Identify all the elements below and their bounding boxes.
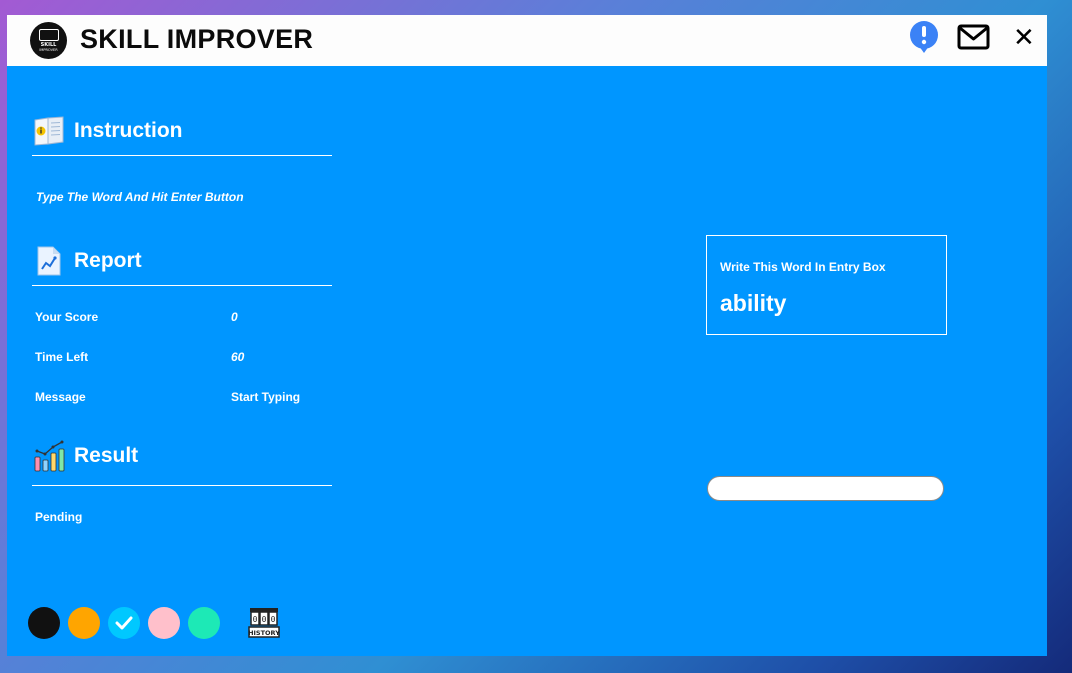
message-value: Start Typing [231,390,301,404]
instruction-title: Instruction [74,119,183,142]
app-window: SKILL IMPROVER SKILL IMPROVER ✕ Instruct… [7,15,1047,656]
svg-text:0: 0 [262,615,267,624]
target-word: ability [720,290,787,316]
exclamation-bubble-icon [910,21,938,53]
app-title: SKILL IMPROVER [80,24,314,54]
theme-swatch-pink[interactable] [148,607,180,639]
message-label: Message [35,390,86,404]
theme-swatch-black[interactable] [28,607,60,639]
score-value: 0 [231,310,238,324]
report-divider [32,285,332,286]
history-counter-icon: 0 0 0 HISTORY [248,608,280,638]
report-header: Report [32,244,142,278]
result-title: Result [74,444,139,467]
theme-swatch-orange[interactable] [68,607,100,639]
time-left-label: Time Left [35,350,89,364]
target-word-box: Write This Word In Entry Box ability [706,235,947,335]
theme-swatch-teal[interactable] [188,607,220,639]
envelope-icon [957,24,990,50]
result-divider [32,485,332,486]
result-status: Pending [35,510,83,524]
checkmark-icon [115,616,133,630]
theme-swatch-cyan[interactable] [108,607,140,639]
word-entry-input[interactable] [707,476,944,501]
svg-text:0: 0 [253,615,258,624]
instruction-text: Type The Word And Hit Enter Button [36,190,244,204]
mail-button[interactable] [957,24,990,55]
logo-text-line2: IMPROVER [39,48,58,52]
svg-text:0: 0 [271,615,276,624]
instruction-divider [32,155,332,156]
score-label: Your Score [35,310,99,324]
result-header: Result [32,439,138,473]
close-button[interactable]: ✕ [1013,24,1035,52]
target-word-hint: Write This Word In Entry Box [720,260,886,274]
alert-button[interactable] [908,20,940,59]
report-document-icon [32,244,66,278]
result-bar-chart-icon [32,439,66,473]
history-button[interactable]: 0 0 0 HISTORY [247,606,281,640]
instruction-header: Instruction [32,114,183,148]
report-title: Report [74,249,142,272]
close-icon: ✕ [1013,23,1035,53]
logo-building-icon [38,29,59,41]
time-left-value: 60 [231,350,245,364]
history-label: HISTORY [248,629,280,637]
instruction-book-icon [32,114,66,148]
title-bar: SKILL IMPROVER SKILL IMPROVER ✕ [7,15,1047,66]
app-logo: SKILL IMPROVER [30,22,67,59]
